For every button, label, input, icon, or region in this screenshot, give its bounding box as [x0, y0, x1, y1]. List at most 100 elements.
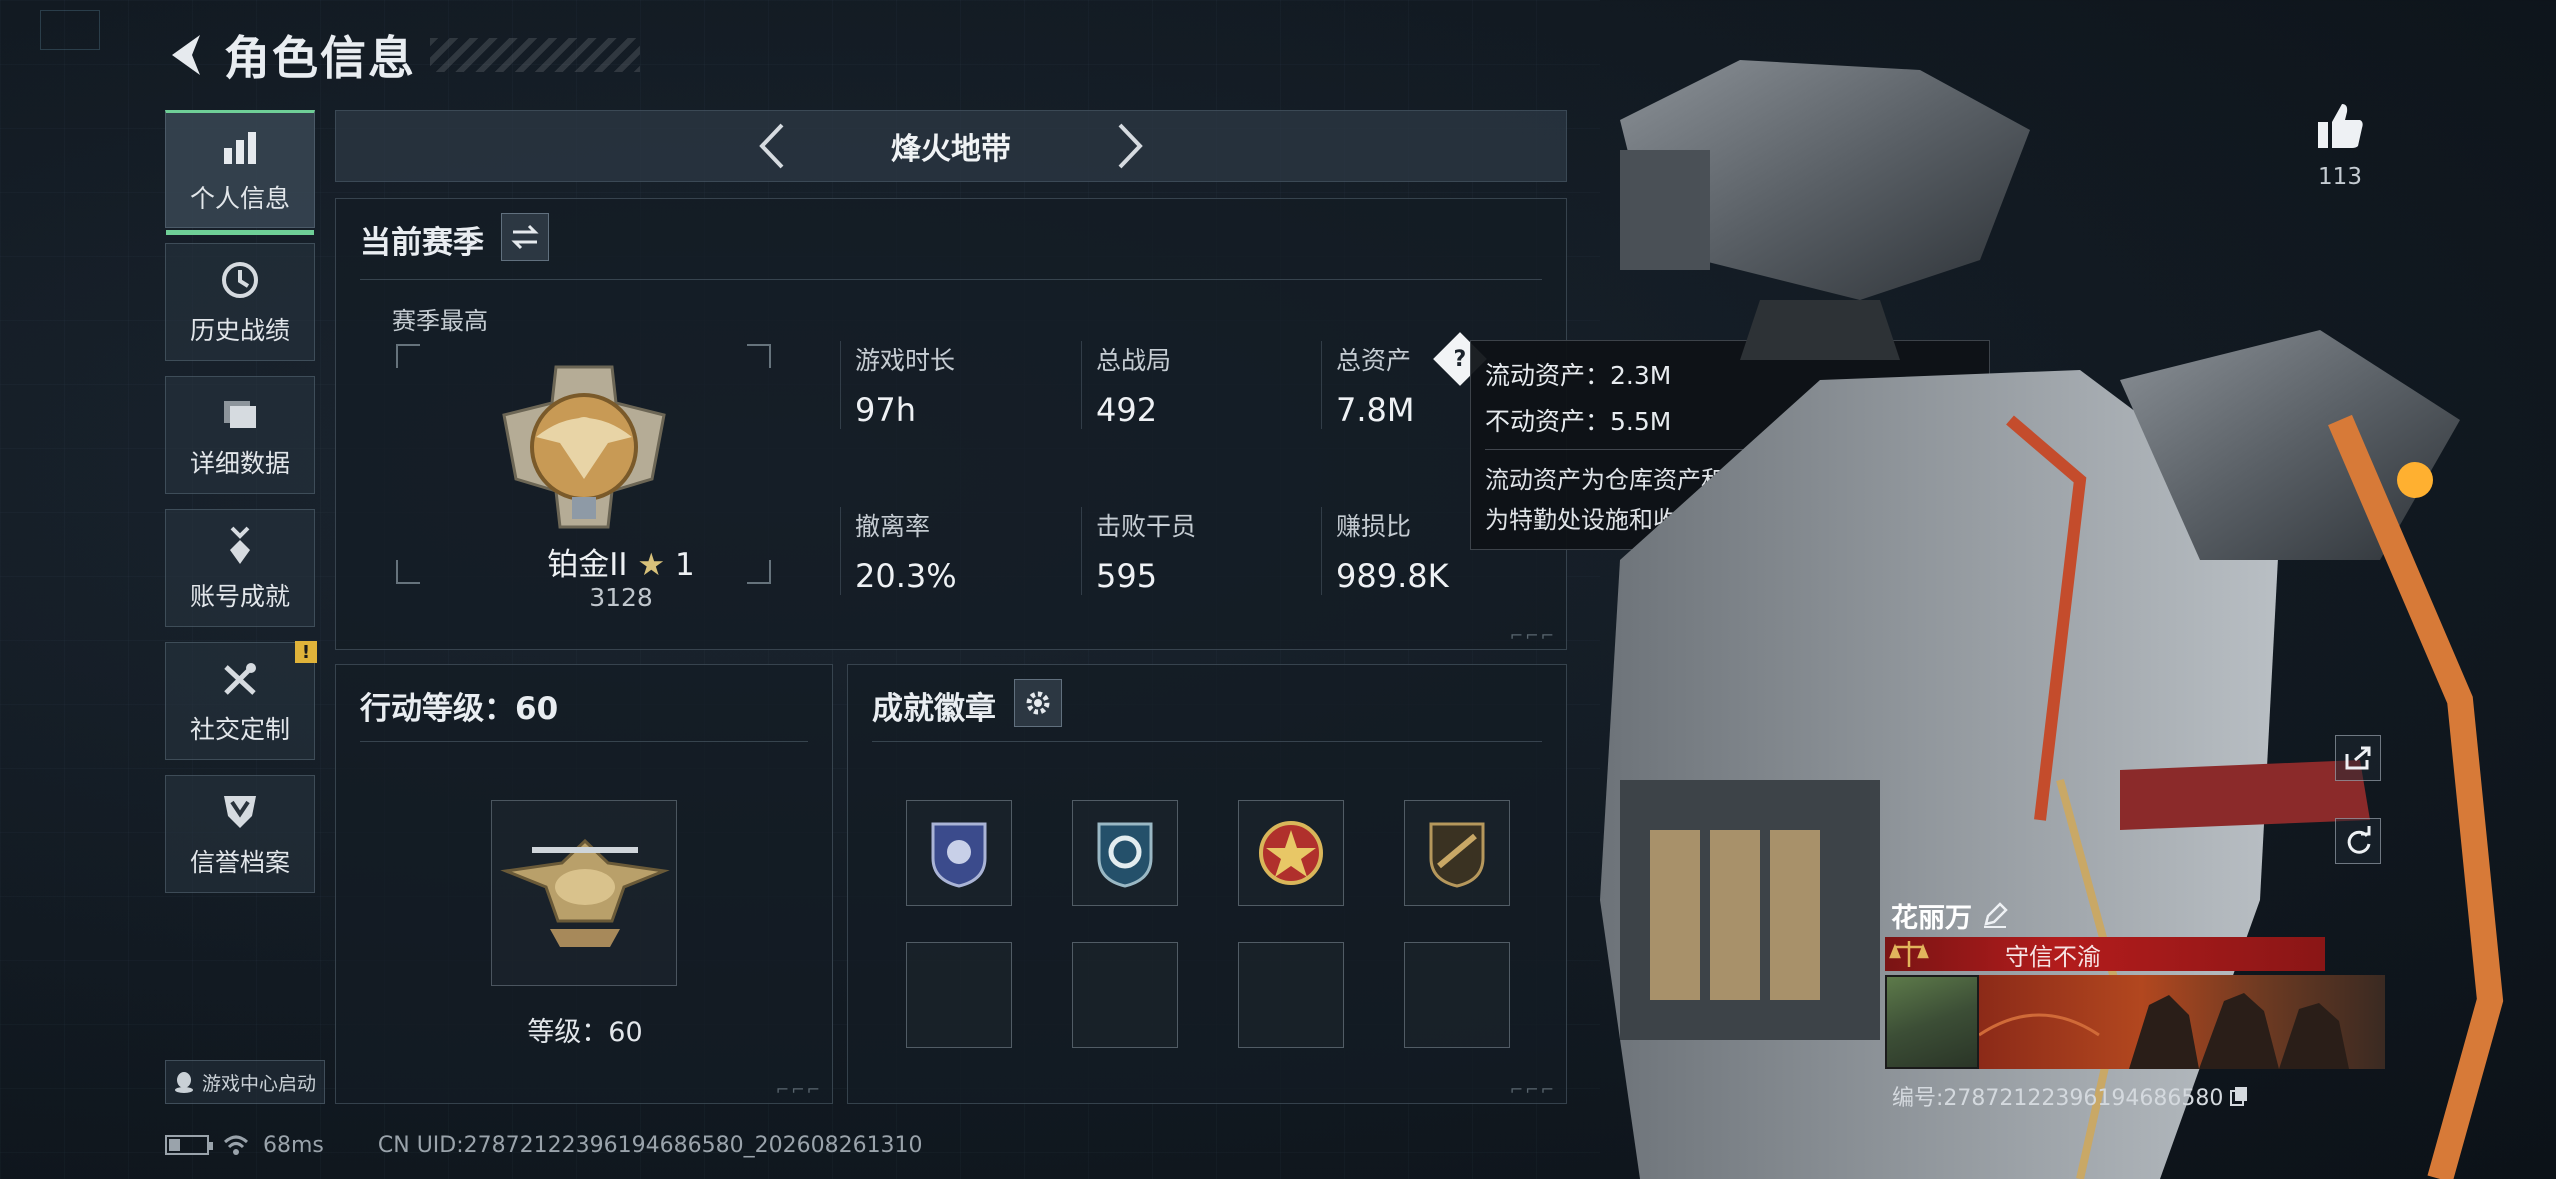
- divider: [872, 741, 1542, 742]
- chevron-right-icon: [1118, 123, 1143, 169]
- badges-title: 成就徽章: [872, 691, 996, 727]
- divider: [360, 741, 808, 742]
- sidebar-item-personal-info[interactable]: 个人信息: [165, 110, 315, 235]
- avatar: [1885, 975, 1979, 1069]
- rotate-view-button[interactable]: [2335, 818, 2381, 864]
- scales-icon: [1889, 941, 1929, 967]
- title-badge-text: 守信不渝: [2005, 942, 2101, 971]
- action-level-text: 等级：60: [527, 1017, 643, 1048]
- sidebar-item-achievements[interactable]: 账号成就: [165, 509, 315, 627]
- player-id-row: 编号:2787212239619468658​0: [1892, 1080, 2249, 1112]
- badge-slot[interactable]: [1072, 800, 1178, 906]
- empty-badge-slot[interactable]: [906, 942, 1012, 1048]
- season-title: 当前赛季: [360, 225, 484, 261]
- empty-badge-slot[interactable]: [1072, 942, 1178, 1048]
- stat-extraction-rate: 撤离率 20.3%: [840, 507, 1060, 595]
- stat-value: 595: [1096, 557, 1158, 595]
- player-id: 编号:2787212239619468658​0: [1892, 1086, 2224, 1111]
- sidebar-item-detailed-data[interactable]: 详细数据: [165, 376, 315, 494]
- game-center-launch-button[interactable]: 游戏中心启动: [165, 1060, 325, 1104]
- rank-stars: 1: [675, 547, 695, 583]
- rank-score: 3128: [589, 583, 653, 612]
- mode-name: 烽火地带: [891, 132, 1011, 167]
- stat-play-time: 游戏时长 97h: [840, 341, 1060, 429]
- stat-value: 492: [1096, 391, 1158, 429]
- thumbs-up-icon: [2318, 104, 2363, 148]
- medal-icon: [217, 523, 263, 569]
- current-season-panel: 当前赛季 赛季最高 铂金II ★ 1 3128 游戏时长 97h 总战局 492…: [335, 198, 1567, 650]
- stat-label: 游戏时长: [855, 346, 956, 375]
- stat-label: 撤离率: [855, 512, 931, 541]
- status-bar: 68ms CN UID:2787212239619468658​0_202608…: [165, 1125, 923, 1165]
- title-stripe: [430, 38, 640, 72]
- sidebar-item-label: 详细数据: [189, 449, 290, 478]
- qq-penguin-icon: [174, 1072, 193, 1093]
- clock-icon: [217, 257, 263, 303]
- empty-badge-slot[interactable]: [1238, 942, 1344, 1048]
- share-icon: [2345, 746, 2371, 770]
- divider: [360, 279, 1542, 280]
- stat-label: 击败干员: [1096, 512, 1197, 541]
- banner-art-image: [1979, 975, 2385, 1069]
- folder-icon: [217, 390, 263, 436]
- sidebar: 个人信息 历史战绩 详细数据 账号成就 ! 社交定制 信誉档案: [165, 110, 317, 908]
- page-header: 角色信息: [160, 20, 640, 90]
- player-name-row: 花丽万: [1891, 895, 2008, 935]
- player-name-card[interactable]: 花丽万 守信不渝: [1885, 895, 2385, 1075]
- rank-name-row: 铂金II ★ 1: [436, 539, 806, 584]
- rifle-shield-icon: [1429, 822, 1485, 888]
- empty-badge-slot[interactable]: [1404, 942, 1510, 1048]
- share-button[interactable]: [2335, 735, 2381, 781]
- page-title: 角色信息: [224, 31, 416, 85]
- stat-label: 总战局: [1096, 346, 1172, 375]
- rank-name: 铂金II: [547, 547, 628, 583]
- recycle-shield-icon: [1097, 822, 1153, 888]
- swap-arrows-icon: [511, 224, 539, 250]
- back-arrow-icon: [172, 35, 200, 75]
- achievement-badges-panel: 成就徽章 ⌐⌐⌐: [847, 664, 1567, 1104]
- battery-icon: [165, 1135, 213, 1155]
- tools-icon: [217, 656, 263, 702]
- action-level-title: 行动等级：60: [360, 691, 559, 727]
- game-center-label: 游戏中心启动: [201, 1072, 316, 1095]
- badge-slot[interactable]: [1238, 800, 1344, 906]
- back-button[interactable]: [160, 25, 216, 85]
- sidebar-item-label: 个人信息: [189, 184, 290, 213]
- ping-value: 68ms: [263, 1132, 324, 1158]
- badge-settings-button[interactable]: [1014, 679, 1062, 727]
- sidebar-item-history[interactable]: 历史战绩: [165, 243, 315, 361]
- badge-slot[interactable]: [906, 800, 1012, 906]
- previous-mode-button[interactable]: [741, 116, 801, 176]
- refresh-icon: [2347, 826, 2371, 854]
- corner-decor: ⌐⌐⌐: [775, 1080, 822, 1099]
- chevron-left-icon: [759, 123, 784, 169]
- title-badge-bar: 守信不渝: [1885, 937, 2325, 971]
- stat-value: 20.3%: [855, 557, 957, 595]
- copy-icon[interactable]: [2229, 1085, 2249, 1107]
- wifi-icon: [223, 1135, 249, 1155]
- decor-frame: [40, 10, 100, 50]
- like-button[interactable]: 113: [2310, 100, 2370, 190]
- helicopter-emblem-icon: [491, 800, 677, 986]
- player-name: 花丽万: [1891, 902, 1972, 934]
- bar-chart-icon: [217, 125, 263, 171]
- season-best-label: 赛季最高: [392, 307, 488, 335]
- sidebar-item-label: 社交定制: [189, 715, 290, 744]
- uid-text: CN UID:2787212239619468658​0_20260826131…: [377, 1132, 923, 1158]
- badge-slot[interactable]: [1404, 800, 1510, 906]
- sidebar-item-credit-record[interactable]: 信誉档案: [165, 775, 315, 893]
- next-mode-button[interactable]: [1101, 116, 1161, 176]
- sidebar-item-label: 历史战绩: [189, 316, 290, 345]
- sidebar-item-social-custom[interactable]: ! 社交定制: [165, 641, 317, 760]
- shield-chevron-icon: [217, 789, 263, 835]
- star-icon: ★: [637, 547, 666, 583]
- sidebar-item-label: 信誉档案: [189, 848, 290, 877]
- name-card-banner: [1885, 975, 2385, 1069]
- switch-season-button[interactable]: [501, 213, 549, 261]
- edit-pencil-icon[interactable]: [1982, 902, 2008, 928]
- star-medal-icon: [1259, 821, 1323, 885]
- warning-badge: !: [295, 641, 317, 663]
- stat-value: 989.8K: [1336, 557, 1449, 595]
- gear-icon: [1026, 691, 1050, 715]
- like-count: 113: [2318, 164, 2362, 190]
